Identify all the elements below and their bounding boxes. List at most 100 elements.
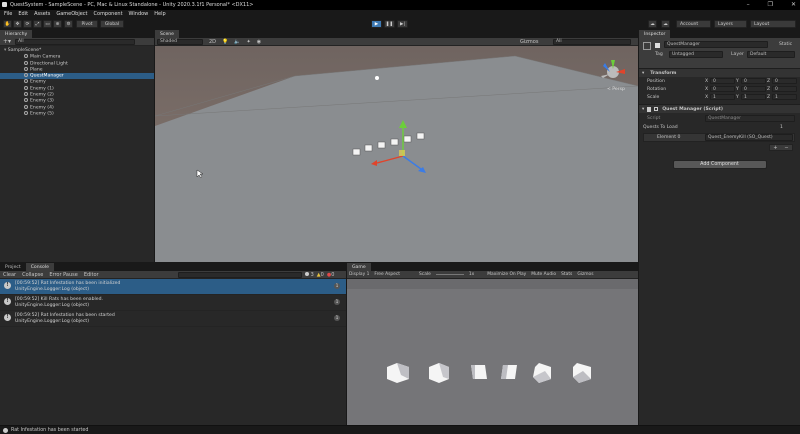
z-axis-label[interactable]: Z	[767, 79, 770, 84]
menu-window[interactable]: Window	[129, 11, 149, 17]
global-toggle[interactable]: Global	[100, 20, 124, 28]
layers-dropdown[interactable]: Layers	[714, 20, 747, 28]
transform-tool-button[interactable]: ⊕	[53, 20, 62, 28]
rotation-z-field[interactable]: 0	[772, 86, 797, 92]
audio-icon[interactable]: 🔈	[234, 39, 240, 45]
menu-assets[interactable]: Assets	[34, 11, 50, 17]
pause-button[interactable]: ❚❚	[384, 20, 395, 28]
list-remove-button[interactable]: −	[784, 145, 788, 151]
status-message[interactable]: Rat Infestation has been started	[11, 428, 88, 433]
layer-dropdown[interactable]: Default	[747, 51, 795, 58]
y-axis-label[interactable]: Y	[736, 95, 739, 100]
object-name-field[interactable]: QuestManager	[664, 41, 768, 48]
tab-project[interactable]: Project	[0, 263, 26, 271]
y-axis-label[interactable]: Y	[736, 87, 739, 92]
menu-file[interactable]: File	[4, 11, 12, 17]
active-checkbox[interactable]	[655, 43, 660, 48]
lighting-icon[interactable]: 💡	[222, 39, 228, 45]
mute-audio-toggle[interactable]: Mute Audio	[531, 272, 556, 277]
console-search-input[interactable]	[178, 271, 302, 278]
step-button[interactable]: ▶|	[397, 20, 408, 28]
y-axis-label[interactable]: Y	[736, 79, 739, 84]
menu-gameobject[interactable]: GameObject	[56, 11, 87, 17]
hierarchy-search-input[interactable]: All	[15, 38, 136, 45]
camera-icon[interactable]: ◉	[257, 39, 261, 45]
list-label[interactable]: Quests To Load	[643, 125, 678, 130]
enabled-checkbox[interactable]	[654, 107, 659, 111]
game-gizmos-dropdown[interactable]: Gizmos	[577, 272, 593, 277]
console-log-row[interactable]: ! [00:59:52] Rat Infestation has been sta…	[0, 311, 346, 327]
display-dropdown[interactable]: Display 1	[349, 272, 369, 277]
tab-game[interactable]: Game	[347, 263, 371, 271]
scene-search-input[interactable]: All	[553, 38, 631, 45]
rotation-x-field[interactable]: 0	[710, 86, 735, 92]
play-button[interactable]: ▶	[371, 20, 382, 28]
script-header[interactable]: ▾ Quest Manager (Script)	[639, 105, 800, 113]
gizmos-dropdown[interactable]: Gizmos	[520, 39, 538, 45]
error-count[interactable]: ●0	[327, 272, 335, 278]
z-axis-label[interactable]: Z	[767, 95, 770, 100]
menu-help[interactable]: Help	[154, 11, 165, 17]
position-z-field[interactable]: 0	[772, 78, 797, 84]
custom-tool-button[interactable]: ⚙	[64, 20, 73, 28]
persp-label[interactable]: < Persp	[607, 86, 625, 92]
layout-dropdown[interactable]: Layout	[750, 20, 796, 28]
menu-component[interactable]: Component	[94, 11, 123, 17]
editor-dropdown[interactable]: Editor	[84, 272, 99, 278]
stats-toggle[interactable]: Stats	[561, 272, 572, 277]
info-count[interactable]: 3	[305, 271, 314, 278]
aspect-dropdown[interactable]: Free Aspect	[374, 272, 400, 277]
scale-x-field[interactable]: 1	[710, 94, 735, 100]
rotation-y-field[interactable]: 0	[741, 86, 766, 92]
close-button[interactable]: ✕	[791, 1, 796, 8]
x-axis-label[interactable]: X	[705, 87, 708, 92]
tab-inspector[interactable]: Inspector	[639, 30, 671, 38]
pivot-toggle[interactable]: Pivot	[76, 20, 98, 28]
scale-z-field[interactable]: 1	[772, 94, 797, 100]
element-field[interactable]: Quest_EnemyKill (SO_Quest)	[705, 134, 793, 141]
tag-dropdown[interactable]: Untagged	[669, 51, 723, 58]
rect-tool-button[interactable]: ▭	[43, 20, 52, 28]
collab-icon[interactable]: ☁	[648, 20, 657, 28]
list-count[interactable]: 1	[780, 125, 783, 130]
add-component-button[interactable]: Add Component	[672, 160, 767, 169]
collapse-button[interactable]: Collapse	[22, 272, 43, 278]
menu-edit[interactable]: Edit	[18, 11, 28, 17]
rotate-tool-button[interactable]: ⟳	[23, 20, 32, 28]
tab-hierarchy[interactable]: Hierarchy	[0, 30, 33, 38]
account-dropdown[interactable]: Account	[676, 20, 711, 28]
tab-scene[interactable]: Scene	[155, 30, 180, 38]
scene-viewport[interactable]: < Persp	[155, 46, 638, 262]
console-log-row[interactable]: ! [00:59:52] Kill Rats has been enabled. U…	[0, 295, 346, 311]
add-icon[interactable]: +▾	[3, 38, 11, 45]
minimize-button[interactable]: –	[747, 1, 750, 8]
clear-button[interactable]: Clear	[3, 272, 16, 278]
game-panel: Game Display 1 Free Aspect Scale 1x Maxi…	[347, 263, 638, 425]
game-viewport[interactable]	[347, 279, 638, 425]
position-x-field[interactable]: 0	[710, 78, 735, 84]
shading-dropdown[interactable]: Shaded	[157, 38, 203, 45]
console-log-row[interactable]: ! [00:59:52] Rat Infestation has been ini…	[0, 279, 346, 295]
static-toggle[interactable]: Static	[779, 42, 792, 47]
maximize-button[interactable]: ❐	[768, 1, 773, 8]
x-axis-label[interactable]: X	[705, 79, 708, 84]
transform-header[interactable]: ▾ Transform	[639, 69, 800, 77]
scale-tool-button[interactable]: ⤢	[33, 20, 42, 28]
z-axis-label[interactable]: Z	[767, 87, 770, 92]
2d-toggle[interactable]: 2D	[209, 39, 216, 45]
tab-console[interactable]: Console	[25, 263, 54, 271]
error-pause-button[interactable]: Error Pause	[49, 272, 77, 278]
scale-slider[interactable]	[435, 274, 464, 275]
scale-y-field[interactable]: 1	[741, 94, 766, 100]
maximize-on-play-toggle[interactable]: Maximize On Play	[487, 272, 526, 277]
cloud-icon[interactable]: ☁	[661, 20, 670, 28]
hierarchy-item-label: Enemy (4)	[30, 105, 54, 111]
list-add-button[interactable]: +	[773, 145, 777, 151]
x-axis-label[interactable]: X	[705, 95, 708, 100]
move-tool-button[interactable]: ✥	[13, 20, 22, 28]
effects-icon[interactable]: ✦	[247, 39, 251, 45]
hierarchy-item[interactable]: Enemy (5)	[0, 110, 154, 117]
hand-tool-button[interactable]: ✋	[3, 20, 12, 28]
position-y-field[interactable]: 0	[741, 78, 766, 84]
warning-count[interactable]: ▲0	[317, 272, 324, 278]
